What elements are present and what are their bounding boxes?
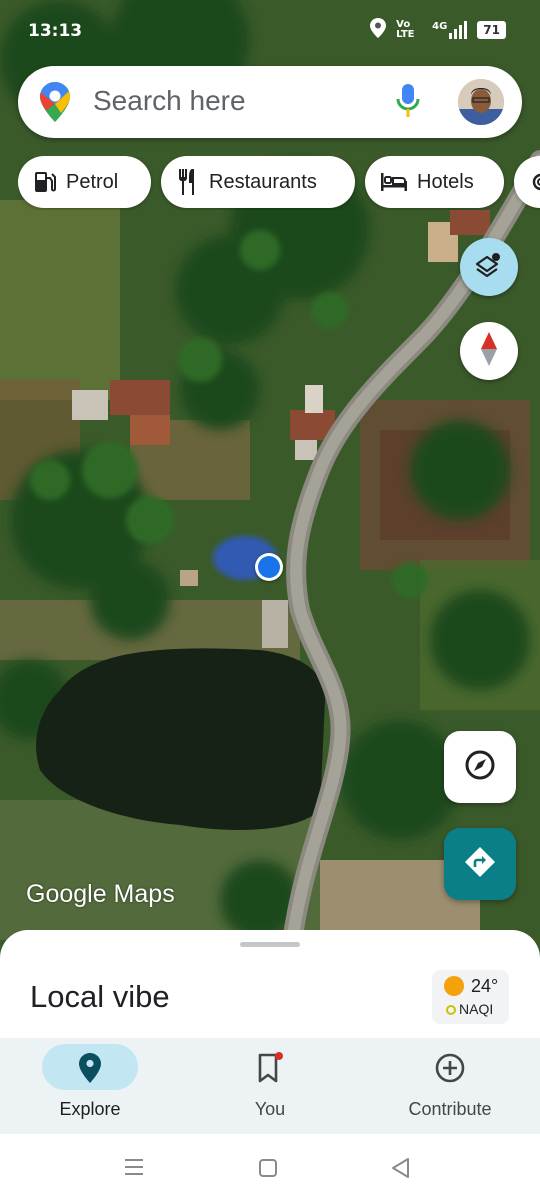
location-status-icon bbox=[370, 18, 387, 41]
chip-petrol[interactable]: Petrol bbox=[18, 156, 151, 208]
restaurant-icon bbox=[177, 169, 199, 195]
nav-explore[interactable]: Explore bbox=[0, 1038, 180, 1134]
explore-pin-icon bbox=[72, 1050, 108, 1086]
nav-label: Explore bbox=[59, 1099, 121, 1119]
directions-button[interactable] bbox=[444, 828, 516, 900]
fuel-icon bbox=[34, 170, 56, 194]
battery-indicator: 71 bbox=[477, 20, 506, 39]
nav-label: Contribute bbox=[408, 1099, 492, 1119]
search-bar[interactable]: Search here bbox=[18, 66, 522, 138]
settings-icon bbox=[530, 171, 540, 193]
status-bar: 13:13 Vo LTE 4G 71 bbox=[0, 0, 540, 60]
layers-button[interactable] bbox=[460, 238, 518, 296]
navigation-compass-icon bbox=[464, 749, 496, 786]
sheet-drag-handle[interactable] bbox=[240, 942, 300, 947]
chip-label: Petrol bbox=[66, 170, 119, 193]
compass-needle-icon bbox=[481, 331, 497, 371]
microphone-icon[interactable] bbox=[396, 84, 420, 123]
current-location-dot bbox=[255, 553, 283, 581]
add-circle-icon bbox=[432, 1050, 468, 1086]
nav-contribute[interactable]: Contribute bbox=[360, 1038, 540, 1134]
sun-icon bbox=[444, 976, 464, 996]
hotel-icon bbox=[381, 173, 407, 191]
compass-button[interactable] bbox=[460, 322, 518, 380]
layers-icon bbox=[475, 251, 503, 284]
aqi-dot-icon bbox=[446, 1005, 456, 1015]
search-input[interactable]: Search here bbox=[93, 85, 246, 117]
local-vibe-sheet[interactable]: Local vibe 24° NAQI bbox=[0, 930, 540, 1040]
chip-label: Hotels bbox=[417, 170, 474, 193]
bookmark-icon bbox=[252, 1050, 288, 1086]
recent-apps-icon[interactable] bbox=[123, 1158, 145, 1181]
temperature: 24° bbox=[471, 976, 499, 996]
system-navigation-bar bbox=[0, 1134, 540, 1200]
nav-you[interactable]: You bbox=[180, 1038, 360, 1134]
chip-label: Restaurants bbox=[209, 170, 317, 193]
google-maps-watermark: Google Maps bbox=[26, 880, 175, 908]
volte-label: Vo LTE bbox=[396, 18, 415, 40]
category-chips: Petrol Restaurants Hotels bbox=[18, 156, 540, 210]
status-time: 13:13 bbox=[28, 21, 83, 41]
satellite-map[interactable] bbox=[0, 0, 540, 960]
chip-restaurants[interactable]: Restaurants bbox=[161, 156, 355, 208]
bottom-navigation: Explore You Contribute bbox=[0, 1038, 540, 1134]
chip-hotels[interactable]: Hotels bbox=[365, 156, 504, 208]
weather-widget[interactable]: 24° NAQI bbox=[432, 970, 509, 1024]
google-maps-pin-icon bbox=[40, 82, 70, 127]
nav-label: You bbox=[254, 1099, 286, 1119]
signal-label: 4G bbox=[432, 20, 448, 32]
chip-more[interactable] bbox=[514, 156, 540, 208]
directions-icon bbox=[463, 845, 497, 884]
my-location-button[interactable] bbox=[444, 731, 516, 803]
back-icon[interactable] bbox=[390, 1157, 410, 1184]
home-icon[interactable] bbox=[258, 1158, 278, 1183]
account-avatar[interactable] bbox=[458, 79, 504, 125]
sheet-title: Local vibe bbox=[30, 979, 170, 1014]
signal-icon: 4G bbox=[432, 20, 468, 39]
aqi-label: NAQI bbox=[459, 1001, 494, 1017]
